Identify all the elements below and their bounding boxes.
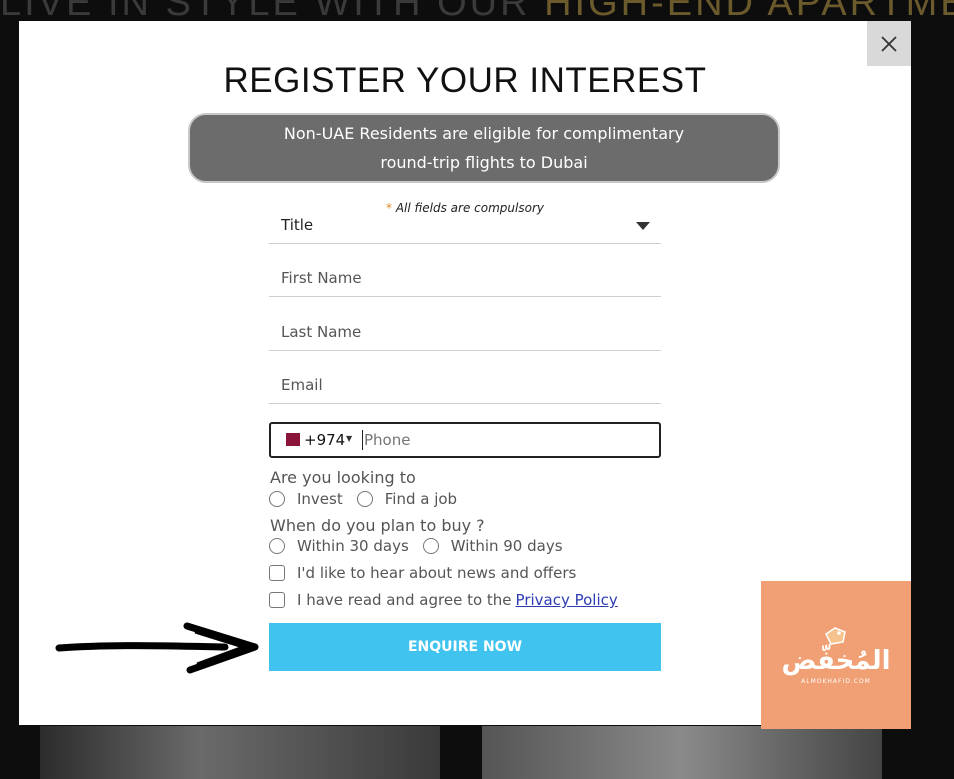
news-offers-row: I'd like to hear about news and offers [269,564,590,582]
privacy-checkbox[interactable] [269,592,285,608]
banner-line-2: round-trip flights to Dubai [380,153,588,172]
close-icon [881,35,897,52]
within-90-days-radio[interactable] [422,538,439,554]
background-image-right [482,726,882,779]
watermark-logo: المُخفّض ALMOKHAFID.COM [761,581,911,729]
pointer-arrow-icon [55,622,259,674]
find-job-radio[interactable] [356,491,373,507]
phone-input[interactable] [362,430,646,450]
plan-to-buy-options: Within 30 days Within 90 days [269,537,577,555]
looking-to-label: Are you looking to [270,468,416,487]
invest-label[interactable]: Invest [297,490,343,508]
looking-to-options: Invest Find a job [269,490,471,508]
chevron-down-icon [636,222,650,230]
within-90-days-label[interactable]: Within 90 days [451,537,563,555]
plan-to-buy-label: When do you plan to buy ? [270,516,485,535]
within-30-days-radio[interactable] [269,538,285,554]
qatar-flag-icon[interactable] [282,433,300,446]
tag-icon [825,626,846,645]
first-name-placeholder: First Name [281,269,362,287]
watermark-domain: ALMOKHAFID.COM [801,677,871,685]
email-field[interactable]: Email [269,366,661,404]
invest-radio[interactable] [269,491,285,507]
title-select[interactable]: Title [269,206,661,244]
news-offers-label[interactable]: I'd like to hear about news and offers [297,564,576,582]
email-placeholder: Email [281,376,323,394]
privacy-policy-link[interactable]: Privacy Policy [516,591,618,609]
privacy-row: I have read and agree to the Privacy Pol… [269,591,618,609]
banner-line-1: Non-UAE Residents are eligible for compl… [283,124,685,143]
flight-offer-banner: Non-UAE Residents are eligible for compl… [188,113,780,183]
last-name-field[interactable]: Last Name [269,313,661,351]
find-job-label[interactable]: Find a job [385,490,457,508]
country-dropdown-icon[interactable]: ▼ [346,434,352,443]
background-image-left [40,726,440,779]
watermark-arabic: المُخفّض [781,645,891,676]
title-select-value: Title [281,216,314,234]
first-name-field[interactable]: First Name [269,259,661,297]
country-code[interactable]: +974 [304,431,345,449]
phone-field: +974 ▼ [269,422,661,458]
privacy-label[interactable]: I have read and agree to the [297,591,512,609]
within-30-days-label[interactable]: Within 30 days [297,537,409,555]
modal-title: REGISTER YOUR INTEREST [223,61,707,100]
news-offers-checkbox[interactable] [269,565,285,581]
last-name-placeholder: Last Name [281,323,362,341]
enquire-now-button[interactable]: ENQUIRE NOW [269,623,661,671]
close-button[interactable] [867,21,911,66]
